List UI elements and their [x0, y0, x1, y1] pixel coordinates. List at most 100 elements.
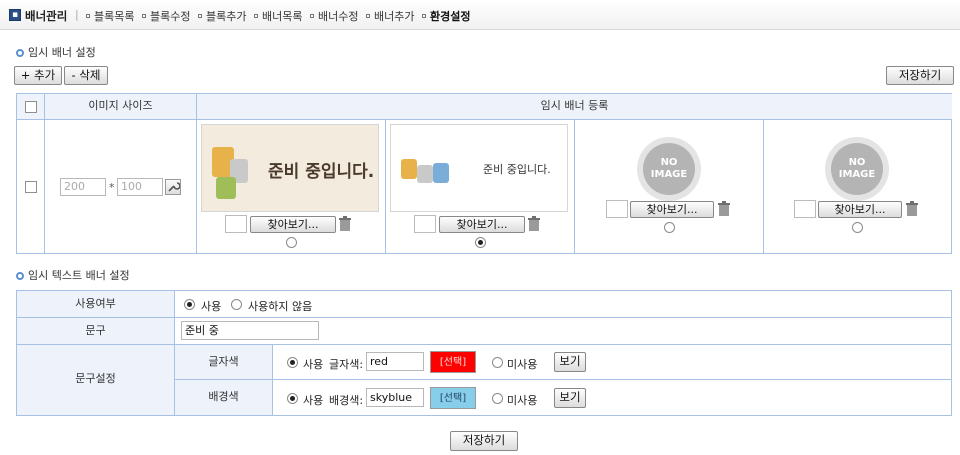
square-bullet-icon — [142, 14, 146, 18]
nav-item-label: 블록추가 — [206, 10, 247, 23]
no-image-placeholder: NO IMAGE — [637, 137, 701, 201]
file-path-input[interactable] — [606, 200, 628, 218]
nav-item-banner-add[interactable]: 배너추가 — [366, 8, 414, 24]
usage-label: 사용여부 — [17, 291, 175, 318]
times-sign: * — [109, 181, 115, 194]
nav-item-label: 블록목록 — [94, 10, 135, 23]
square-bullet-icon — [310, 14, 314, 18]
section-title-text: 임시 텍스트 배너 설정 — [28, 269, 130, 282]
image-size-cell: 200 * 100 — [45, 120, 197, 253]
circle-bullet-icon — [16, 49, 24, 57]
add-button[interactable]: + 추가 — [14, 66, 62, 85]
browse-button[interactable]: 찾아보기... — [439, 216, 525, 233]
save-button-bottom[interactable]: 저장하기 — [450, 431, 518, 451]
header-checkbox-cell — [17, 94, 45, 120]
section-title-temp-banner: 임시 배너 설정 — [16, 44, 96, 60]
file-path-input[interactable] — [414, 215, 436, 233]
nav-item-settings[interactable]: 환경설정 — [422, 8, 470, 24]
preparing-caption: 준비 중입니다. — [483, 163, 551, 176]
banner-slot-3: NO IMAGE 찾아보기... — [575, 120, 764, 253]
phrase-label: 문구 — [17, 318, 175, 345]
phrase-settings-label: 문구설정 — [17, 345, 175, 415]
bg-color-radio-unused[interactable] — [492, 393, 503, 404]
row-checkbox[interactable] — [25, 181, 37, 193]
bg-color-unused-label: 미사용 — [507, 394, 538, 407]
bg-color-label: 배경색 — [175, 380, 273, 415]
preparing-image-small: 준비 중입니다. — [390, 124, 568, 212]
font-color-select-swatch[interactable]: [선택] — [430, 351, 476, 373]
temp-banner-table: 이미지 사이즈 임시 배너 등록 200 * 100 준비 중입니다. 찾아보기… — [16, 93, 952, 254]
nav-item-block-list[interactable]: 블록목록 — [86, 8, 134, 24]
width-input[interactable]: 200 — [60, 178, 106, 196]
nav-item-block-edit[interactable]: 블록수정 — [142, 8, 190, 24]
bg-color-radio-use[interactable] — [287, 393, 298, 404]
wrench-icon[interactable] — [165, 179, 181, 195]
select-radio-1[interactable] — [286, 237, 297, 248]
trash-icon[interactable] — [717, 201, 731, 217]
trash-icon[interactable] — [338, 216, 352, 232]
delete-button[interactable]: - 삭제 — [64, 66, 108, 85]
browse-button[interactable]: 찾아보기... — [818, 201, 902, 218]
trash-icon[interactable] — [527, 216, 541, 232]
select-radio-4[interactable] — [852, 222, 863, 233]
bg-color-select-swatch[interactable]: [선택] — [430, 387, 476, 409]
font-color-cell: 사용 글자색: red [선택] 미사용 보기 — [273, 345, 951, 380]
square-bullet-icon — [366, 14, 370, 18]
font-color-input[interactable]: red — [366, 352, 424, 371]
font-color-radio-use[interactable] — [287, 357, 298, 368]
font-color-view-button[interactable]: 보기 — [554, 352, 586, 372]
bg-color-field-label: 배경색: — [329, 394, 364, 407]
text-banner-table: 사용여부 사용 사용하지 않음 문구 준비 중 문구설정 글자색 사용 글자색:… — [16, 290, 952, 416]
square-bullet-icon — [86, 14, 90, 18]
col-banner-register: 임시 배너 등록 — [197, 94, 952, 120]
nav-item-label: 배너수정 — [318, 10, 359, 23]
section-title-text-banner: 임시 텍스트 배너 설정 — [16, 267, 130, 283]
phrase-value-cell: 준비 중 — [175, 318, 951, 345]
square-bullet-icon — [422, 14, 426, 18]
top-nav: ▪ 배너관리 | 블록목록 블록수정 블록추가 배너목록 배너수정 배너추가 환… — [0, 0, 960, 30]
browse-button[interactable]: 찾아보기... — [250, 216, 336, 233]
font-color-radio-unused[interactable] — [492, 357, 503, 368]
save-button-top[interactable]: 저장하기 — [886, 66, 954, 85]
trash-icon[interactable] — [905, 201, 919, 217]
phrase-input[interactable]: 준비 중 — [181, 321, 319, 340]
preparing-image-large: 준비 중입니다. — [201, 124, 379, 212]
section-title-text: 임시 배너 설정 — [28, 46, 96, 59]
banner-slot-4: NO IMAGE 찾아보기... — [764, 120, 952, 253]
no-image-caption: NO IMAGE — [643, 143, 695, 195]
no-image-placeholder: NO IMAGE — [825, 137, 889, 201]
no-image-caption: NO IMAGE — [831, 143, 883, 195]
usage-use-label: 사용 — [201, 300, 222, 313]
paint-can-icon — [216, 177, 236, 199]
usage-radio-use[interactable] — [184, 299, 195, 310]
col-image-size: 이미지 사이즈 — [45, 94, 197, 120]
nav-item-banner-edit[interactable]: 배너수정 — [310, 8, 358, 24]
banner-slot-2: 준비 중입니다. 찾아보기... — [386, 120, 575, 253]
select-radio-3[interactable] — [664, 222, 675, 233]
usage-radio-not-use[interactable] — [231, 299, 242, 310]
bg-color-input[interactable]: skyblue — [366, 388, 424, 407]
square-bullet-icon — [254, 14, 258, 18]
font-color-field-label: 글자색: — [329, 358, 364, 371]
height-input[interactable]: 100 — [117, 178, 163, 196]
select-all-checkbox[interactable] — [25, 101, 37, 113]
font-color-label: 글자색 — [175, 345, 273, 380]
nav-item-label: 환경설정 — [430, 10, 471, 23]
paint-can-icon — [433, 163, 449, 183]
bg-color-view-button[interactable]: 보기 — [554, 388, 586, 408]
nav-item-label: 배너목록 — [262, 10, 303, 23]
browse-button[interactable]: 찾아보기... — [630, 201, 714, 218]
square-bullet-icon — [198, 14, 202, 18]
banner-slot-1: 준비 중입니다. 찾아보기... — [197, 120, 386, 253]
nav-item-banner-list[interactable]: 배너목록 — [254, 8, 302, 24]
paint-can-icon — [417, 165, 433, 183]
select-radio-2[interactable] — [475, 237, 486, 248]
file-path-input[interactable] — [794, 200, 816, 218]
font-color-unused-label: 미사용 — [507, 358, 538, 371]
file-path-input[interactable] — [225, 215, 247, 233]
nav-item-block-add[interactable]: 블록추가 — [198, 8, 246, 24]
paint-can-icon — [401, 159, 417, 179]
nav-item-label: 배너추가 — [374, 10, 415, 23]
bg-color-cell: 사용 배경색: skyblue [선택] 미사용 보기 — [273, 380, 951, 415]
usage-value-cell: 사용 사용하지 않음 — [175, 291, 951, 318]
